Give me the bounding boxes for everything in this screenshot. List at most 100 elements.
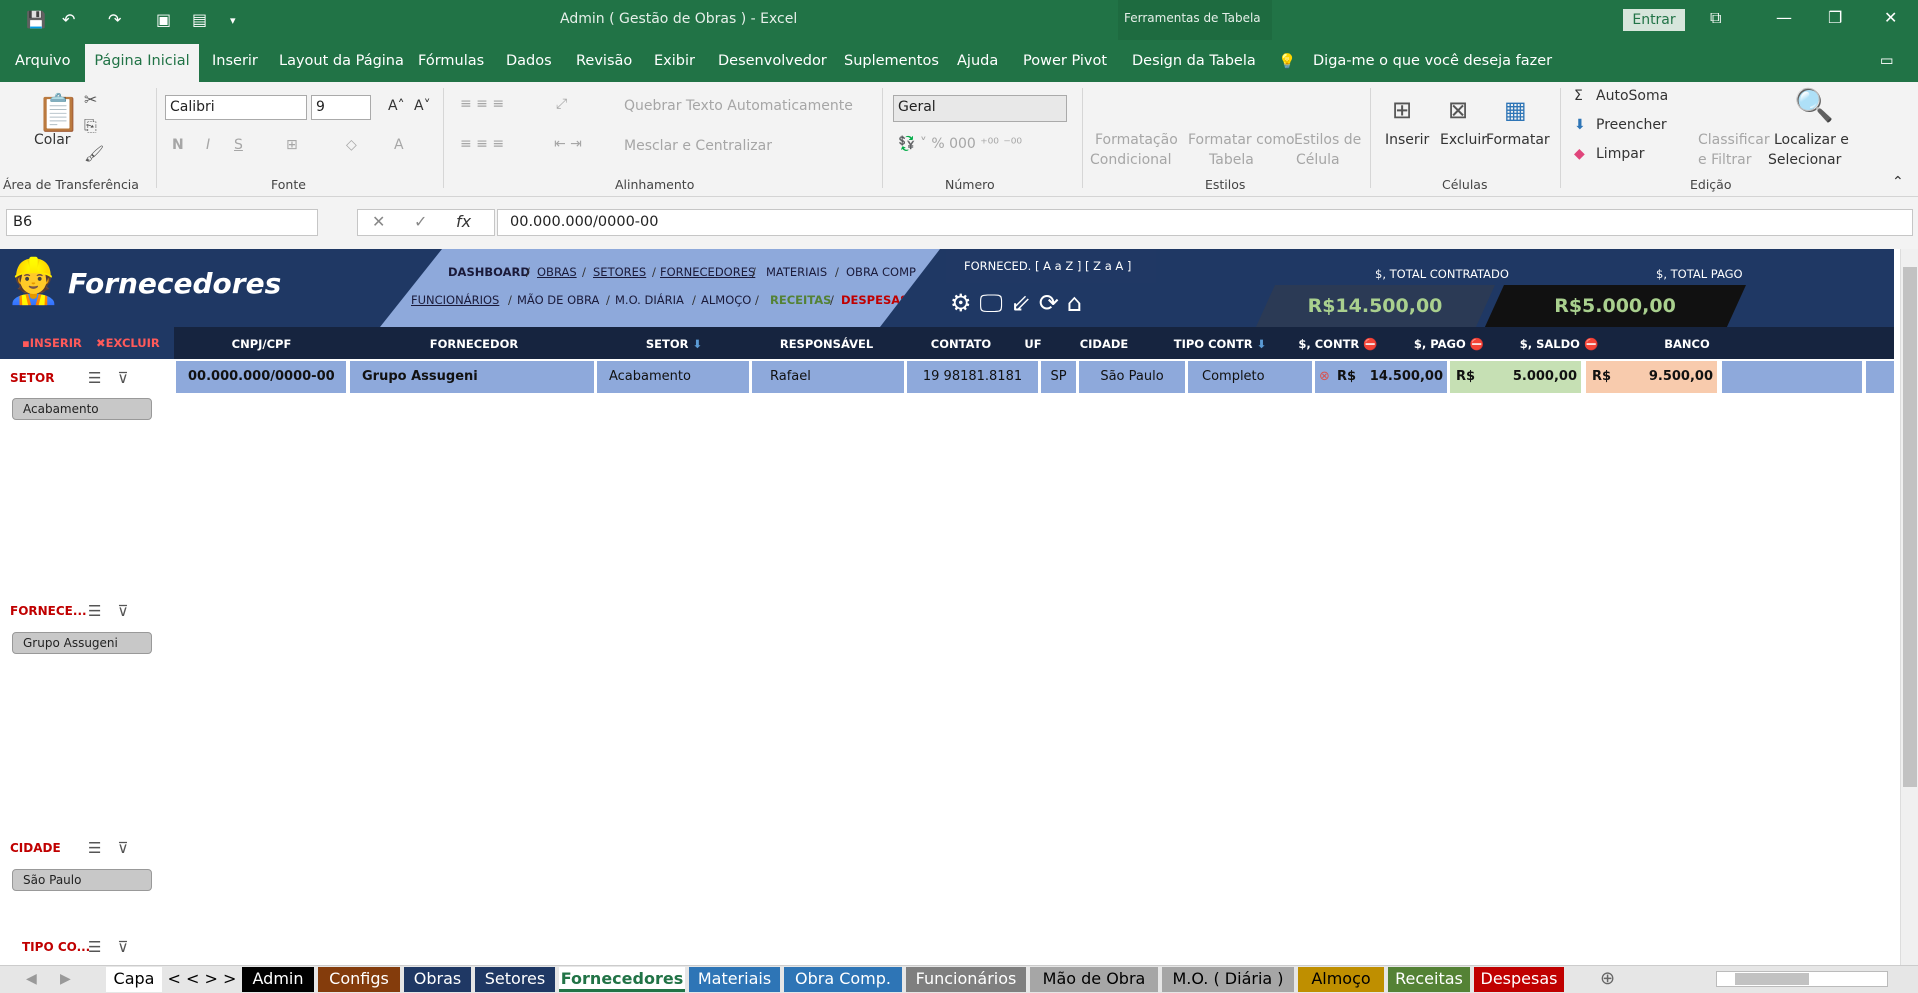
header-uf[interactable]: UF (1018, 337, 1048, 351)
italic-button[interactable]: I (206, 137, 210, 153)
nav-fornecedores[interactable]: FORNECEDORES (660, 265, 755, 279)
sort-fornecedor-buttons[interactable]: FORNECED. [ A a Z ] [ Z a A ] (946, 249, 1156, 283)
sort-filter-line2[interactable]: e Filtrar (1698, 152, 1751, 168)
cell-extra[interactable] (1866, 361, 1894, 393)
cell-saldo[interactable]: R$ 9.500,00 (1586, 361, 1717, 393)
settings-icon[interactable]: ⚙ (950, 289, 980, 317)
tab-formulas[interactable]: Fórmulas (418, 53, 484, 69)
tab-pagina-inicial[interactable]: Página Inicial (85, 44, 199, 82)
cell-banco[interactable] (1722, 361, 1862, 393)
sheet-tab[interactable]: Setores (475, 967, 555, 992)
cell-cidade[interactable]: São Paulo (1079, 361, 1185, 393)
screen-icon[interactable]: 🖵 (980, 289, 1011, 317)
sheet-tab[interactable]: Materiais (689, 967, 780, 992)
header-banco[interactable]: BANCO (1616, 337, 1758, 351)
clear-icon[interactable]: ◆ (1574, 146, 1585, 162)
tab-design-tabela[interactable]: Design da Tabela (1132, 53, 1256, 69)
clear-filter-icon[interactable]: ⊽ (117, 839, 144, 857)
multiselect-icon[interactable]: ☰ (88, 602, 117, 620)
sheet-tab[interactable]: Mão de Obra (1030, 967, 1158, 992)
insert-cells-button[interactable]: Inserir (1385, 132, 1429, 148)
add-sheet-icon[interactable]: ⊕ (1600, 968, 1615, 989)
nav-almoco[interactable]: ALMOÇO (701, 293, 751, 307)
nav-funcionarios[interactable]: FUNCIONÁRIOS (411, 293, 499, 307)
sheet-tab[interactable]: Despesas (1474, 967, 1564, 992)
cell-contato[interactable]: 19 98181.8181 (907, 361, 1038, 393)
header-fornecedor[interactable]: FORNECEDOR (349, 337, 599, 351)
multiselect-icon[interactable]: ☰ (88, 369, 117, 387)
sheet-tab[interactable]: Receitas (1388, 967, 1470, 992)
sheet-tab[interactable]: Funcionários (906, 967, 1026, 992)
autosum-icon[interactable]: Σ (1574, 88, 1583, 104)
nav-mao-de-obra[interactable]: MÃO DE OBRA (517, 293, 599, 307)
bold-button[interactable]: N (172, 137, 184, 153)
insert-row-button[interactable]: ▪INSERIR (22, 336, 82, 350)
undo-icon[interactable]: ↶ (62, 10, 75, 29)
nav-obra-comp[interactable]: OBRA COMP (846, 265, 916, 279)
paste-icon[interactable]: 📋 (36, 92, 81, 134)
slicer-cidade-item[interactable]: São Paulo (12, 869, 152, 891)
sort-down-icon[interactable]: ⬇ (1257, 337, 1267, 351)
insert-function-icon[interactable]: fx (456, 212, 471, 231)
sheet-tab[interactable]: Admin (242, 967, 314, 992)
header-tipo[interactable]: TIPO CONTR ⬇ (1158, 337, 1282, 351)
copy-icon[interactable]: ⎘ (84, 116, 97, 136)
nav-receitas[interactable]: RECEITAS (770, 293, 831, 307)
format-painter-icon[interactable]: 🖌 (84, 144, 104, 163)
insert-cells-icon[interactable]: ⊞ (1392, 96, 1412, 124)
sheet-tab-active[interactable]: Fornecedores (559, 967, 685, 992)
nav-obras[interactable]: OBRAS (537, 265, 577, 279)
wrap-text-button[interactable]: Quebrar Texto Automaticamente (624, 98, 853, 114)
sheet-tab[interactable]: Capa (106, 967, 162, 992)
comments-icon[interactable]: ▭ (1880, 53, 1894, 69)
minimize-arrow-icon[interactable]: ⇙ (1011, 289, 1039, 317)
currency-icon[interactable]: 💱 ˅ % 000 ⁺⁰⁰ ⁻⁰⁰ (898, 136, 1022, 152)
tab-ajuda[interactable]: Ajuda (957, 53, 998, 69)
tab-next-icon[interactable]: ▶ (60, 971, 71, 987)
cell-tipo[interactable]: Completo (1188, 361, 1312, 393)
close-icon[interactable]: ✕ (1884, 8, 1897, 27)
home-icon[interactable]: ⌂ (1067, 289, 1090, 317)
scrollbar-thumb[interactable] (1903, 267, 1917, 787)
signin-button[interactable]: Entrar (1623, 9, 1685, 31)
tab-inserir[interactable]: Inserir (212, 53, 258, 69)
ribbon-display-icon[interactable]: ⧉ (1710, 8, 1721, 28)
orientation-icon[interactable]: ⤢ (556, 96, 567, 112)
cancel-icon[interactable]: ✕ (372, 212, 385, 231)
cond-format-line1[interactable]: Formatação (1095, 132, 1178, 148)
horizontal-scrollbar[interactable] (1716, 971, 1888, 987)
nav-mo-diaria[interactable]: M.O. DIÁRIA (615, 293, 684, 307)
sheet-tab[interactable]: M.O. ( Diária ) (1162, 967, 1294, 992)
tab-power-pivot[interactable]: Power Pivot (1023, 53, 1107, 69)
sheet-tab[interactable]: Configs (318, 967, 400, 992)
nav-despesas[interactable]: DESPESAS (841, 293, 908, 307)
sort-down-icon[interactable]: ⬇ (693, 337, 703, 351)
merge-center-button[interactable]: Mesclar e Centralizar (624, 138, 772, 154)
format-cells-icon[interactable]: ▦ (1504, 96, 1527, 124)
clear-button[interactable]: Limpar (1596, 146, 1645, 162)
cell-cnpj[interactable]: 00.000.000/0000-00 (176, 361, 346, 393)
format-table-line2[interactable]: Tabela (1209, 152, 1254, 168)
header-contato[interactable]: CONTATO (906, 337, 1016, 351)
number-format-select[interactable]: Geral (893, 95, 1067, 122)
minimize-icon[interactable]: — (1776, 8, 1792, 27)
camera-icon[interactable]: ▣ (156, 10, 171, 29)
hscroll-thumb[interactable] (1735, 973, 1809, 985)
clear-filter-icon[interactable]: ⊽ (117, 938, 144, 956)
find-select-line1[interactable]: Localizar e (1774, 132, 1849, 148)
find-select-line2[interactable]: Selecionar (1768, 152, 1841, 168)
cell-pago[interactable]: R$ 5.000,00 (1450, 361, 1581, 393)
tab-suplementos[interactable]: Suplementos (844, 53, 939, 69)
tab-prev-icon[interactable]: ◀ (26, 971, 37, 987)
tab-layout[interactable]: Layout da Página (279, 53, 404, 69)
header-setor[interactable]: SETOR ⬇ (599, 337, 749, 351)
header-saldo[interactable]: $, SALDO ⛔ (1504, 337, 1614, 351)
sheet-tab[interactable]: Almoço (1298, 967, 1384, 992)
font-size-select[interactable]: 9 (311, 95, 371, 120)
cond-format-line2[interactable]: Condicional (1090, 152, 1171, 168)
nav-dashboard[interactable]: DASHBOARD (448, 265, 530, 279)
cut-icon[interactable]: ✂ (84, 90, 97, 109)
redo-icon[interactable]: ↷ (108, 10, 121, 29)
sheet-tab[interactable]: Obra Comp. (784, 967, 902, 992)
shrink-font-icon[interactable]: A˅ (414, 98, 431, 114)
